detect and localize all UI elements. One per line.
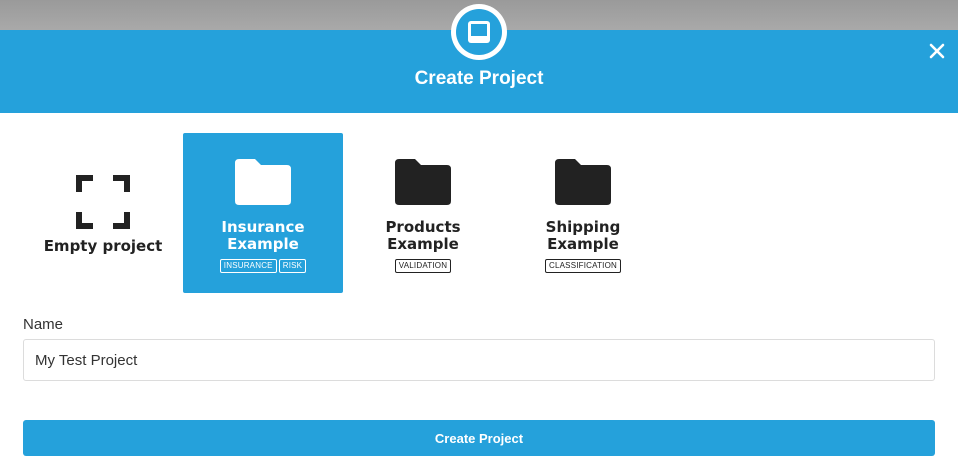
tag-badge: CLASSIFICATION [545,259,621,273]
inbox-icon [451,4,507,60]
name-label: Name [23,316,64,333]
folder-icon [183,157,343,207]
tag-badge: INSURANCE [219,259,277,273]
tag-list: CLASSIFICATION [503,259,663,273]
close-icon[interactable] [926,40,948,62]
folder-icon [503,157,663,207]
empty-frame-icon [23,175,183,229]
template-title: Products Example [385,218,461,253]
template-card-products[interactable]: Products Example VALIDATION [343,133,503,293]
template-card-empty[interactable]: Empty project [23,133,183,293]
tag-list: INSURANCE RISK [183,259,343,273]
template-title: Empty project [43,237,163,255]
create-project-button[interactable]: Create Project [23,420,935,456]
tag-badge: VALIDATION [394,259,452,273]
name-input[interactable] [23,339,935,381]
template-card-insurance[interactable]: Insurance Example INSURANCE RISK [183,133,343,293]
tag-list: VALIDATION [343,259,503,273]
template-list: Empty project Insurance Example INSURANC… [23,133,943,293]
tag-badge: RISK [278,259,307,273]
template-card-shipping[interactable]: Shipping Example CLASSIFICATION [503,133,663,293]
template-title: Insurance Example [221,218,305,253]
dialog-title: Create Project [414,68,544,89]
folder-icon [343,157,503,207]
template-title: Shipping Example [545,218,621,253]
